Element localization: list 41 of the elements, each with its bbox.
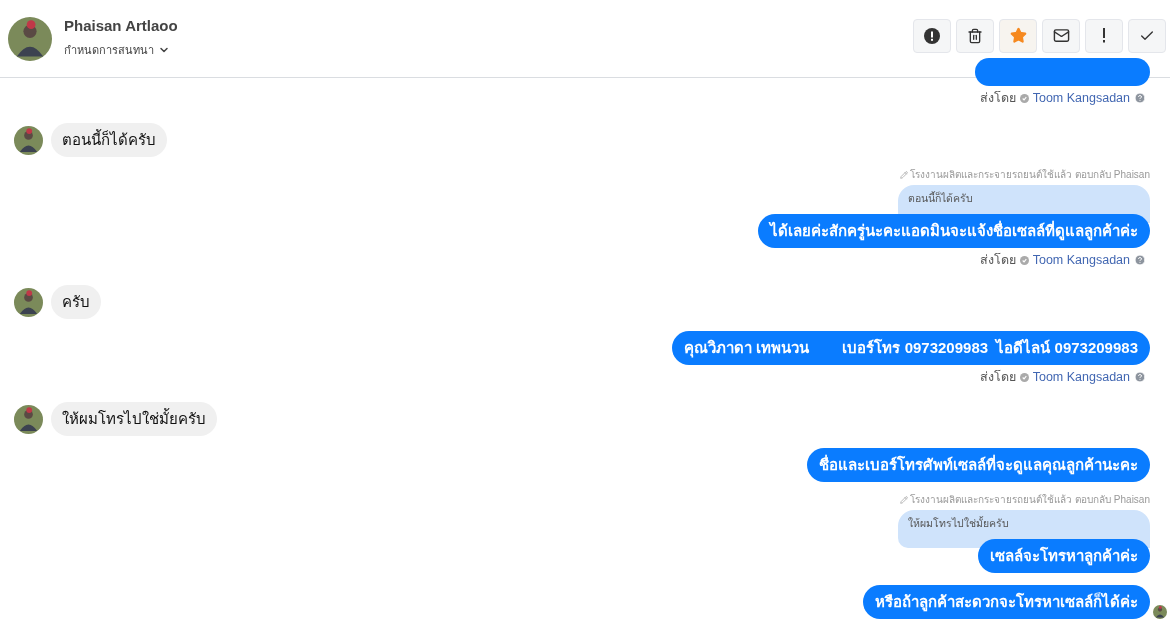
sender-link[interactable]: Toom Kangsadan [1032, 250, 1130, 270]
reply-context: โรงงานผลิตและกระจายรถยนต์ใช้แล้ว ตอบกลับ Phaisan [910, 493, 1150, 507]
avatar-icon [8, 16, 52, 61]
contact-name: Phaisan Artlaoo [64, 16, 178, 36]
avatar-icon [14, 287, 43, 317]
pencil-icon [900, 170, 909, 179]
alert-button[interactable] [913, 18, 951, 53]
avatar-icon [14, 125, 43, 155]
outgoing-message: หรือถ้าลูกค้าสะดวกจะโทรหาเซลล์ก็ได้ค่ะ [863, 585, 1150, 619]
exclamation-icon [1102, 28, 1106, 43]
incoming-message: ครับ [51, 285, 101, 319]
star-button[interactable] [999, 18, 1037, 53]
sender-link[interactable]: Toom Kangsadan [1032, 367, 1130, 387]
avatar-icon [14, 404, 43, 434]
trash-button[interactable] [956, 18, 994, 53]
sent-by-label: ส่งโดย [979, 368, 1016, 386]
outgoing-message: ได้เลยค่ะสักครู่นะคะแอดมินจะแจ้งชื่อเซลล์ที่ดูแลลูกค้าค่ะ [758, 214, 1150, 248]
check-circle-icon [1019, 93, 1029, 103]
sender-link[interactable]: Toom Kangsadan [1032, 88, 1130, 108]
help-icon [1134, 371, 1146, 383]
incoming-message: ให้ผมโทรไปใช่มั้ยครับ [51, 402, 217, 436]
outgoing-message: เซลล์จะโทรหาลูกค้าค่ะ [978, 539, 1150, 573]
conversation-dropdown[interactable]: กำหนดการสนทนา [64, 41, 178, 58]
sent-by-label: ส่งโดย [979, 251, 1016, 269]
trash-icon [967, 27, 983, 44]
pencil-icon [900, 495, 909, 504]
mail-icon [1052, 27, 1070, 44]
help-icon [1134, 254, 1146, 266]
check-circle-icon [1019, 372, 1029, 382]
sent-by-label: ส่งโดย [979, 89, 1016, 107]
outgoing-message: คุณวิภาดา เทพนวน เบอร์โทร 0973209983 ไอดีไลน์ 0973209983 [671, 331, 1150, 365]
reply-context: โรงงานผลิตและกระจายรถยนต์ใช้แล้ว ตอบกลับ Phaisan [910, 168, 1150, 182]
incoming-message: ตอนนี้ก็ได้ครับ [51, 123, 167, 157]
mail-button[interactable] [1042, 18, 1080, 53]
outgoing-message: ชื่อและเบอร์โทรศัพท์เซลล์ที่จะดูแลคุณลูกค้านะคะ [807, 448, 1150, 482]
check-circle-icon [1019, 255, 1029, 265]
star-icon [1009, 27, 1027, 44]
avatar-icon [1153, 605, 1167, 619]
alert-icon [924, 27, 940, 44]
help-icon [1134, 92, 1146, 104]
check-button[interactable] [1128, 18, 1166, 53]
